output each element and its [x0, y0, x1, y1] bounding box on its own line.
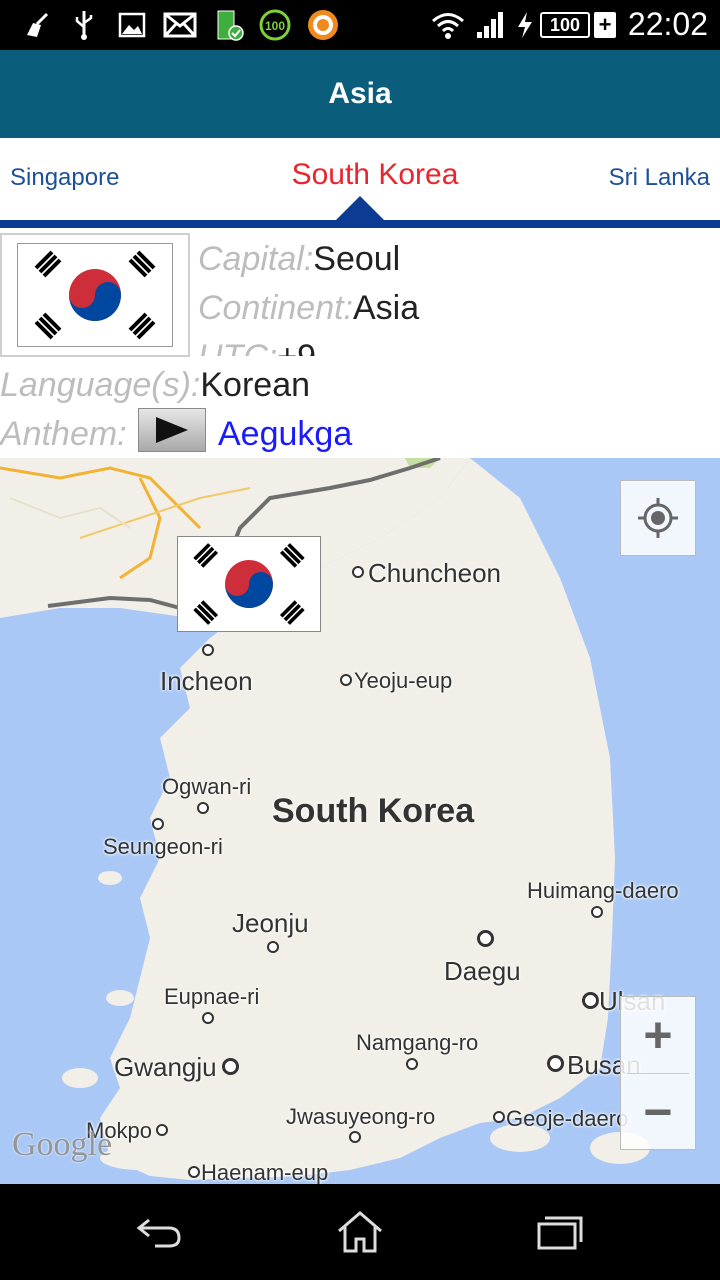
city-dot: [188, 1166, 200, 1178]
map-flag-marker[interactable]: [177, 536, 321, 632]
city-chuncheon: Chuncheon: [368, 558, 501, 588]
city-dot: [222, 1058, 239, 1075]
utc-row: UTC:+9: [198, 338, 316, 356]
city-dot: [591, 906, 603, 918]
country-flag: [0, 233, 190, 357]
city-dot: [582, 992, 599, 1009]
anthem-link-row: Aegukga: [218, 415, 352, 454]
status-bar: 100 100 + 22:02: [0, 0, 720, 50]
anthem-row: Anthem:: [0, 415, 127, 454]
map-country-label: South Korea: [272, 792, 475, 830]
action-bar: Asia: [0, 50, 720, 138]
city-dot: [547, 1055, 564, 1072]
city-gwangju: Gwangju: [114, 1052, 217, 1082]
my-location-button[interactable]: [620, 480, 696, 556]
country-info: Capital:Seoul Continent:Asia UTC:+9 Lang…: [0, 228, 720, 458]
anthem-play-button[interactable]: [138, 408, 206, 452]
tab-underline: [0, 220, 720, 228]
utc-value: +9: [277, 338, 316, 356]
mail-icon: [162, 8, 198, 42]
my-location-icon: [638, 498, 678, 538]
city-ogwan: Ogwan-ri: [162, 774, 252, 799]
city-dot: [202, 1012, 214, 1024]
city-dot: [406, 1058, 418, 1070]
south-korea-flag-icon: [18, 244, 172, 346]
city-eupnae: Eupnae-ri: [164, 984, 260, 1009]
continent-label: Continent:: [198, 289, 353, 327]
avast-icon: [306, 8, 340, 42]
battery-ok-icon: [214, 8, 244, 42]
city-daegu: Daegu: [444, 956, 521, 986]
recents-button[interactable]: [530, 1204, 590, 1260]
city-dot: [197, 802, 209, 814]
country-tabs: Singapore South Korea Sri Lanka: [0, 138, 720, 228]
badge-100-text: 100: [265, 19, 285, 33]
continent-value: Asia: [353, 289, 420, 327]
city-dot: [267, 941, 279, 953]
image-icon: [118, 8, 146, 42]
city-huimang: Huimang-daero: [527, 878, 679, 903]
page-title: Asia: [328, 77, 392, 110]
back-button[interactable]: [130, 1204, 190, 1260]
city-geoje: Geoje-daero: [506, 1106, 629, 1131]
capital-label: Capital:: [198, 240, 314, 278]
wifi-icon: [430, 8, 466, 42]
city-dot: [349, 1131, 361, 1143]
clock: 22:02: [627, 6, 708, 42]
anthem-link[interactable]: Aegukga: [218, 415, 352, 453]
google-logo: Google: [12, 1126, 113, 1163]
language-label: Language(s):: [0, 366, 201, 404]
info-details: Capital:Seoul Continent:Asia UTC:+9: [198, 236, 718, 356]
city-incheon: Incheon: [160, 666, 253, 696]
city-dot: [152, 818, 164, 830]
charging-icon: [514, 8, 536, 42]
south-korea-flag-icon: [178, 537, 320, 631]
city-dot: [477, 930, 494, 947]
city-jeonju: Jeonju: [232, 908, 309, 938]
broom-icon: [22, 8, 52, 42]
language-row: Language(s):Korean: [0, 366, 310, 405]
anthem-label: Anthem:: [0, 415, 127, 453]
map-view[interactable]: South Korea Chuncheon Incheon Yeoju-eup …: [0, 458, 720, 1184]
capital-row: Capital:Seoul: [198, 240, 400, 279]
zoom-in-button[interactable]: +: [621, 997, 695, 1073]
city-dot: [202, 644, 214, 656]
home-icon: [338, 1211, 382, 1253]
city-jwasuyeong: Jwasuyeong-ro: [286, 1104, 436, 1129]
badge-100-icon: 100: [258, 8, 292, 42]
zoom-out-button[interactable]: −: [621, 1074, 695, 1150]
city-yeoju: Yeoju-eup: [354, 668, 453, 693]
battery-level: 100: [540, 12, 590, 38]
navigation-bar: [0, 1184, 720, 1280]
recents-icon: [537, 1216, 583, 1250]
city-seungeon: Seungeon-ri: [103, 834, 223, 859]
city-dot: [156, 1124, 168, 1136]
capital-value: Seoul: [313, 240, 401, 278]
continent-row: Continent:Asia: [198, 289, 419, 328]
home-button[interactable]: [330, 1204, 390, 1260]
active-tab-indicator: [336, 196, 384, 220]
city-dot: [493, 1111, 505, 1123]
back-icon: [136, 1218, 181, 1248]
utc-label: UTC:: [198, 338, 277, 356]
city-dot: [340, 674, 352, 686]
play-icon: [156, 417, 188, 443]
battery-plus-icon: +: [594, 12, 616, 38]
city-haenam: Haenam-eup: [201, 1160, 329, 1184]
language-value: Korean: [200, 366, 311, 404]
usb-icon: [72, 8, 96, 42]
city-dot: [352, 566, 364, 578]
tab-sri-lanka[interactable]: Sri Lanka: [609, 164, 710, 192]
city-namgang: Namgang-ro: [356, 1030, 479, 1055]
zoom-controls: + −: [620, 996, 696, 1150]
signal-icon: [474, 8, 508, 42]
